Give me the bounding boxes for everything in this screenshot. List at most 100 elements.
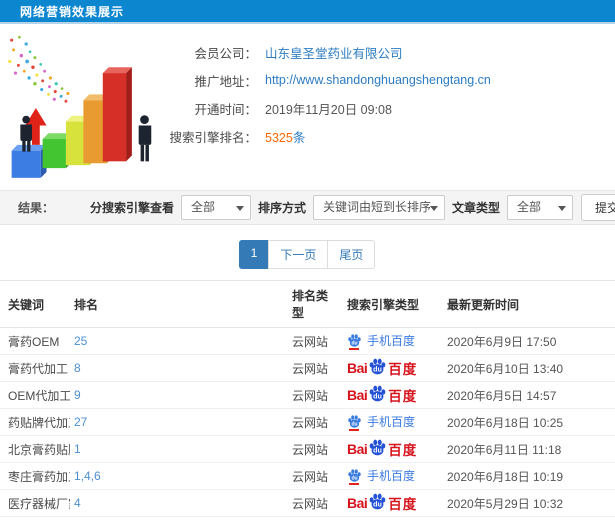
rank-type-cell: 云网站 — [288, 408, 343, 436]
rank-type-cell: 云网站 — [288, 489, 343, 517]
updated-cell: 2020年6月5日 14:57 — [443, 381, 615, 409]
filter-bar: 结果： 分搜索引擎查看 全部 排序方式 关键词由短到长排序 文章类型 全部 提交 — [0, 190, 615, 225]
table-row: 北京膏药贴牌 1 云网站 Bai du 百度 2020年6月11日 11:18 — [0, 435, 615, 463]
rank-link[interactable]: 8 — [74, 361, 81, 375]
engine-filter-label: 分搜索引擎查看 — [89, 201, 174, 215]
baidu-paw-icon: du — [369, 439, 386, 455]
baidu-paw-icon: du — [347, 333, 362, 350]
rank-type-cell: 云网站 — [288, 516, 343, 520]
keyword-cell: 医疗器械厂家 — [0, 489, 70, 517]
svg-text:du: du — [373, 365, 382, 373]
rank-link[interactable]: 9 — [74, 388, 81, 402]
rank-link[interactable]: 1 — [74, 442, 81, 456]
rank-link[interactable]: 25 — [74, 334, 87, 348]
baidu-logo: Bai du 百度 — [347, 385, 417, 405]
sort-filter-label: 排序方式 — [257, 201, 306, 215]
article-type-select[interactable]: 全部 — [506, 195, 573, 220]
header-rank-type: 排名类型 — [288, 280, 343, 328]
businessman-right — [138, 115, 152, 162]
info-row-ranking-count: 搜索引擎排名： 5325条 — [160, 122, 615, 150]
baidu-logo: Bai du 百度 — [347, 493, 417, 513]
rank-type-cell: 云网站 — [288, 381, 343, 409]
rank-link[interactable]: 4 — [74, 496, 81, 510]
baidu-cn-text: 百度 — [388, 362, 418, 377]
svg-text:du: du — [351, 421, 357, 427]
table-row: 药贴牌代加工 27 云网站 du 手机百度 2020年6月18日 10:25 — [0, 408, 615, 436]
engine-cell: Bai du 百度 — [343, 489, 443, 517]
updated-cell: 2020年6月11日 11:40 — [443, 516, 615, 520]
info-row-company: 会员公司： 山东皇圣堂药业有限公司 — [160, 38, 615, 66]
mobile-baidu-logo: du 手机百度 — [347, 332, 415, 350]
keyword-cell: 膏药代加工 — [0, 354, 70, 382]
header-engine-type: 搜索引擎类型 — [343, 280, 443, 328]
svg-text:du: du — [373, 392, 382, 400]
engine-cell: du 手机百度 — [343, 408, 443, 436]
company-link[interactable]: 山东皇圣堂药业有限公司 — [265, 43, 403, 62]
rank-type-cell: 云网站 — [288, 354, 343, 382]
header-rank: 排名 — [70, 280, 288, 328]
svg-text:du: du — [373, 500, 382, 508]
table-row: 菏泽膏药厂家 17 云网站 du 手机百度 2020年6月11日 11:40 — [0, 516, 615, 520]
engine-cell: Bai du 百度 — [343, 381, 443, 409]
baidu-paw-icon: du — [369, 385, 386, 401]
engine-cell: Bai du 百度 — [343, 435, 443, 463]
mobile-baidu-label: 手机百度 — [367, 468, 416, 483]
table-row: 枣庄膏药加工 1,4,6 云网站 du 手机百度 2020年6月18日 10:1… — [0, 462, 615, 490]
keyword-cell: 北京膏药贴牌 — [0, 435, 70, 463]
page-button-current[interactable]: 1 — [238, 240, 270, 269]
baidu-paw-icon: du — [369, 493, 386, 509]
keyword-cell: OEM代加工 — [0, 381, 70, 409]
sort-select[interactable]: 关键词由短到长排序 — [312, 195, 445, 220]
result-label: 结果： — [18, 201, 55, 215]
red-underline — [349, 428, 359, 431]
promotion-url-link[interactable]: http://www.shandonghuangshengtang.cn — [265, 73, 491, 87]
rank-type-cell: 云网站 — [288, 462, 343, 490]
updated-cell: 2020年6月18日 10:25 — [443, 408, 615, 436]
engine-cell: du 手机百度 — [343, 327, 443, 355]
confetti-dots — [8, 35, 70, 103]
baidu-bai-text: Bai — [347, 360, 368, 376]
keyword-cell: 药贴牌代加工 — [0, 408, 70, 436]
baidu-bai-text: Bai — [347, 441, 368, 457]
open-time-label: 开通时间： — [194, 102, 257, 117]
baidu-bai-text: Bai — [347, 495, 368, 511]
updated-cell: 2020年5月29日 10:32 — [443, 489, 615, 517]
page-title: 网络营销效果展示 — [20, 4, 125, 19]
keyword-cell: 膏药OEM — [0, 327, 70, 355]
table-row: 医疗器械厂家 4 云网站 Bai du 百度 2020年5月29日 10:32 — [0, 489, 615, 517]
url-label: 推广地址： — [194, 74, 257, 89]
keyword-cell: 菏泽膏药厂家 — [0, 516, 70, 520]
rank-link[interactable]: 27 — [74, 415, 87, 429]
baidu-cn-text: 百度 — [388, 389, 418, 404]
svg-text:du: du — [351, 340, 357, 346]
ranking-count-label: 搜索引擎排名： — [169, 130, 257, 145]
engine-cell: du 手机百度 — [343, 516, 443, 520]
red-underline — [349, 347, 359, 350]
baidu-cn-text: 百度 — [388, 443, 418, 458]
filter-controls: 分搜索引擎查看 全部 排序方式 关键词由短到长排序 文章类型 全部 提交 — [83, 194, 615, 221]
next-page-button[interactable]: 下一页 — [268, 240, 329, 269]
red-underline — [349, 482, 359, 485]
ranking-count-value: 5325条 — [265, 127, 305, 146]
rank-link[interactable]: 1,4,6 — [74, 469, 101, 483]
submit-button[interactable]: 提交 — [580, 194, 615, 221]
info-row-url: 推广地址： http://www.shandonghuangshengtang.… — [160, 66, 615, 94]
mobile-baidu-logo: du 手机百度 — [347, 413, 416, 431]
updated-cell: 2020年6月11日 11:18 — [443, 435, 615, 463]
baidu-paw-icon: du — [347, 414, 362, 431]
header-updated: 最新更新时间 — [443, 280, 615, 328]
ranking-count-number: 5325 — [265, 130, 293, 145]
app-header: 网络营销效果展示 — [0, 0, 615, 24]
company-label: 会员公司： — [194, 46, 257, 61]
last-page-button[interactable]: 尾页 — [327, 240, 376, 269]
info-row-open-time: 开通时间： 2019年11月20日 09:08 — [160, 94, 615, 122]
account-info: 会员公司： 山东皇圣堂药业有限公司 推广地址： http://www.shand… — [160, 32, 615, 184]
engine-select[interactable]: 全部 — [180, 195, 251, 220]
mobile-baidu-label: 手机百度 — [367, 414, 416, 429]
table-row: 膏药OEM 25 云网站 du 手机百度 2020年6月9日 17:50 — [0, 327, 615, 355]
info-section: 会员公司： 山东皇圣堂药业有限公司 推广地址： http://www.shand… — [0, 24, 615, 184]
ranking-table: 关键词 排名 排名类型 搜索引擎类型 最新更新时间 膏药OEM 25 云网站 d… — [0, 280, 615, 520]
ranking-count-suffix: 条 — [292, 130, 306, 145]
baidu-logo: Bai du 百度 — [347, 439, 417, 459]
open-time-value: 2019年11月20日 09:08 — [265, 102, 392, 117]
